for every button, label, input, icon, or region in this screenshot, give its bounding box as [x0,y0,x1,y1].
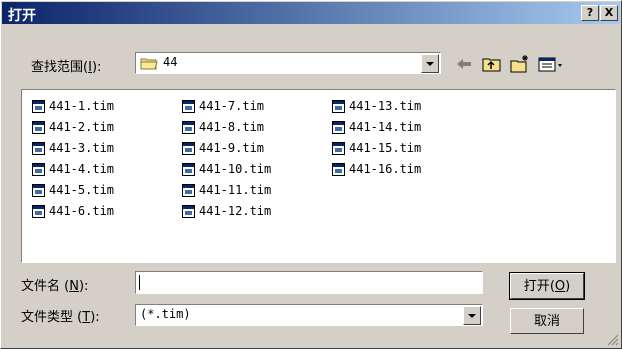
close-button[interactable]: X [600,5,618,21]
lookin-dropdown-button[interactable] [421,54,439,73]
file-icon [182,121,195,134]
open-button[interactable]: 打开(O) [509,272,585,300]
file-icon [32,163,45,176]
file-icon [332,142,345,155]
file-icon [32,100,45,113]
file-name: 441-15.tim [349,141,422,155]
file-name: 441-1.tim [49,99,115,113]
file-icon [182,205,195,218]
filetype-label-text: 文件类型 [21,310,74,325]
file-icon [32,121,45,134]
filetype-value: (*.tim) [140,307,191,321]
file-name: 441-12.tim [199,204,272,218]
file-name: 441-9.tim [199,141,265,155]
file-icon [32,205,45,218]
filetype-label: 文件类型 (T): [21,306,100,325]
filetype-dropdown-button[interactable] [463,306,481,325]
file-icon [182,100,195,113]
lookin-label-suffix: ): [91,60,102,75]
file-name: 441-13.tim [349,99,422,113]
file-name: 441-5.tim [49,183,115,197]
view-menu-icon[interactable] [537,54,567,74]
file-icon [182,163,195,176]
filetype-label-key: T [82,310,91,325]
file-list[interactable]: 441-1.tim 441-2.tim 441-3.tim 441-4.tim … [21,89,616,263]
new-folder-icon[interactable] [509,54,531,74]
open-file-dialog: 打开 ? X 查找范围(I): 44 441-1.tim 441-2.tim 4… [0,0,622,349]
open-button-key: O [554,279,566,294]
file-icon [182,184,195,197]
file-icon [332,121,345,134]
file-name: 441-10.tim [199,162,272,176]
open-button-close: ) [565,279,571,294]
lookin-label: 查找范围(I): [31,56,101,75]
file-icon [32,184,45,197]
filename-label: 文件名 (N): [21,275,88,294]
file-name: 441-7.tim [199,99,265,113]
text-caret [139,275,140,290]
filename-label-key: N [69,279,79,294]
file-icon [332,100,345,113]
file-name: 441-4.tim [49,162,115,176]
folder-icon [140,58,158,70]
filename-input[interactable] [135,271,483,294]
lookin-combo[interactable]: 44 [135,52,441,74]
file-icon [182,142,195,155]
filetype-label-suffix: ): [90,310,100,325]
resize-grip-icon[interactable] [607,334,619,346]
filename-label-text: 文件名 [21,279,61,294]
file-name: 441-14.tim [349,120,422,134]
file-name: 441-8.tim [199,120,265,134]
file-name: 441-11.tim [199,183,272,197]
cancel-button[interactable]: 取消 [510,308,584,334]
back-arrow-icon[interactable] [453,54,475,74]
file-name: 441-6.tim [49,204,115,218]
filetype-combo[interactable]: (*.tim) [135,304,483,326]
open-button-label: 打开 [523,279,550,294]
title-bar[interactable]: 打开 ? X [2,2,620,24]
help-button[interactable]: ? [581,5,599,21]
lookin-label-text: 查找范围 [31,60,84,75]
file-name: 441-3.tim [49,141,115,155]
dialog-title: 打开 [8,8,36,24]
file-name: 441-16.tim [349,162,422,176]
lookin-value: 44 [163,55,178,69]
filename-label-suffix: ): [78,279,89,294]
up-folder-icon[interactable] [481,54,503,74]
file-name: 441-2.tim [49,120,115,134]
file-icon [332,163,345,176]
file-icon [32,142,45,155]
